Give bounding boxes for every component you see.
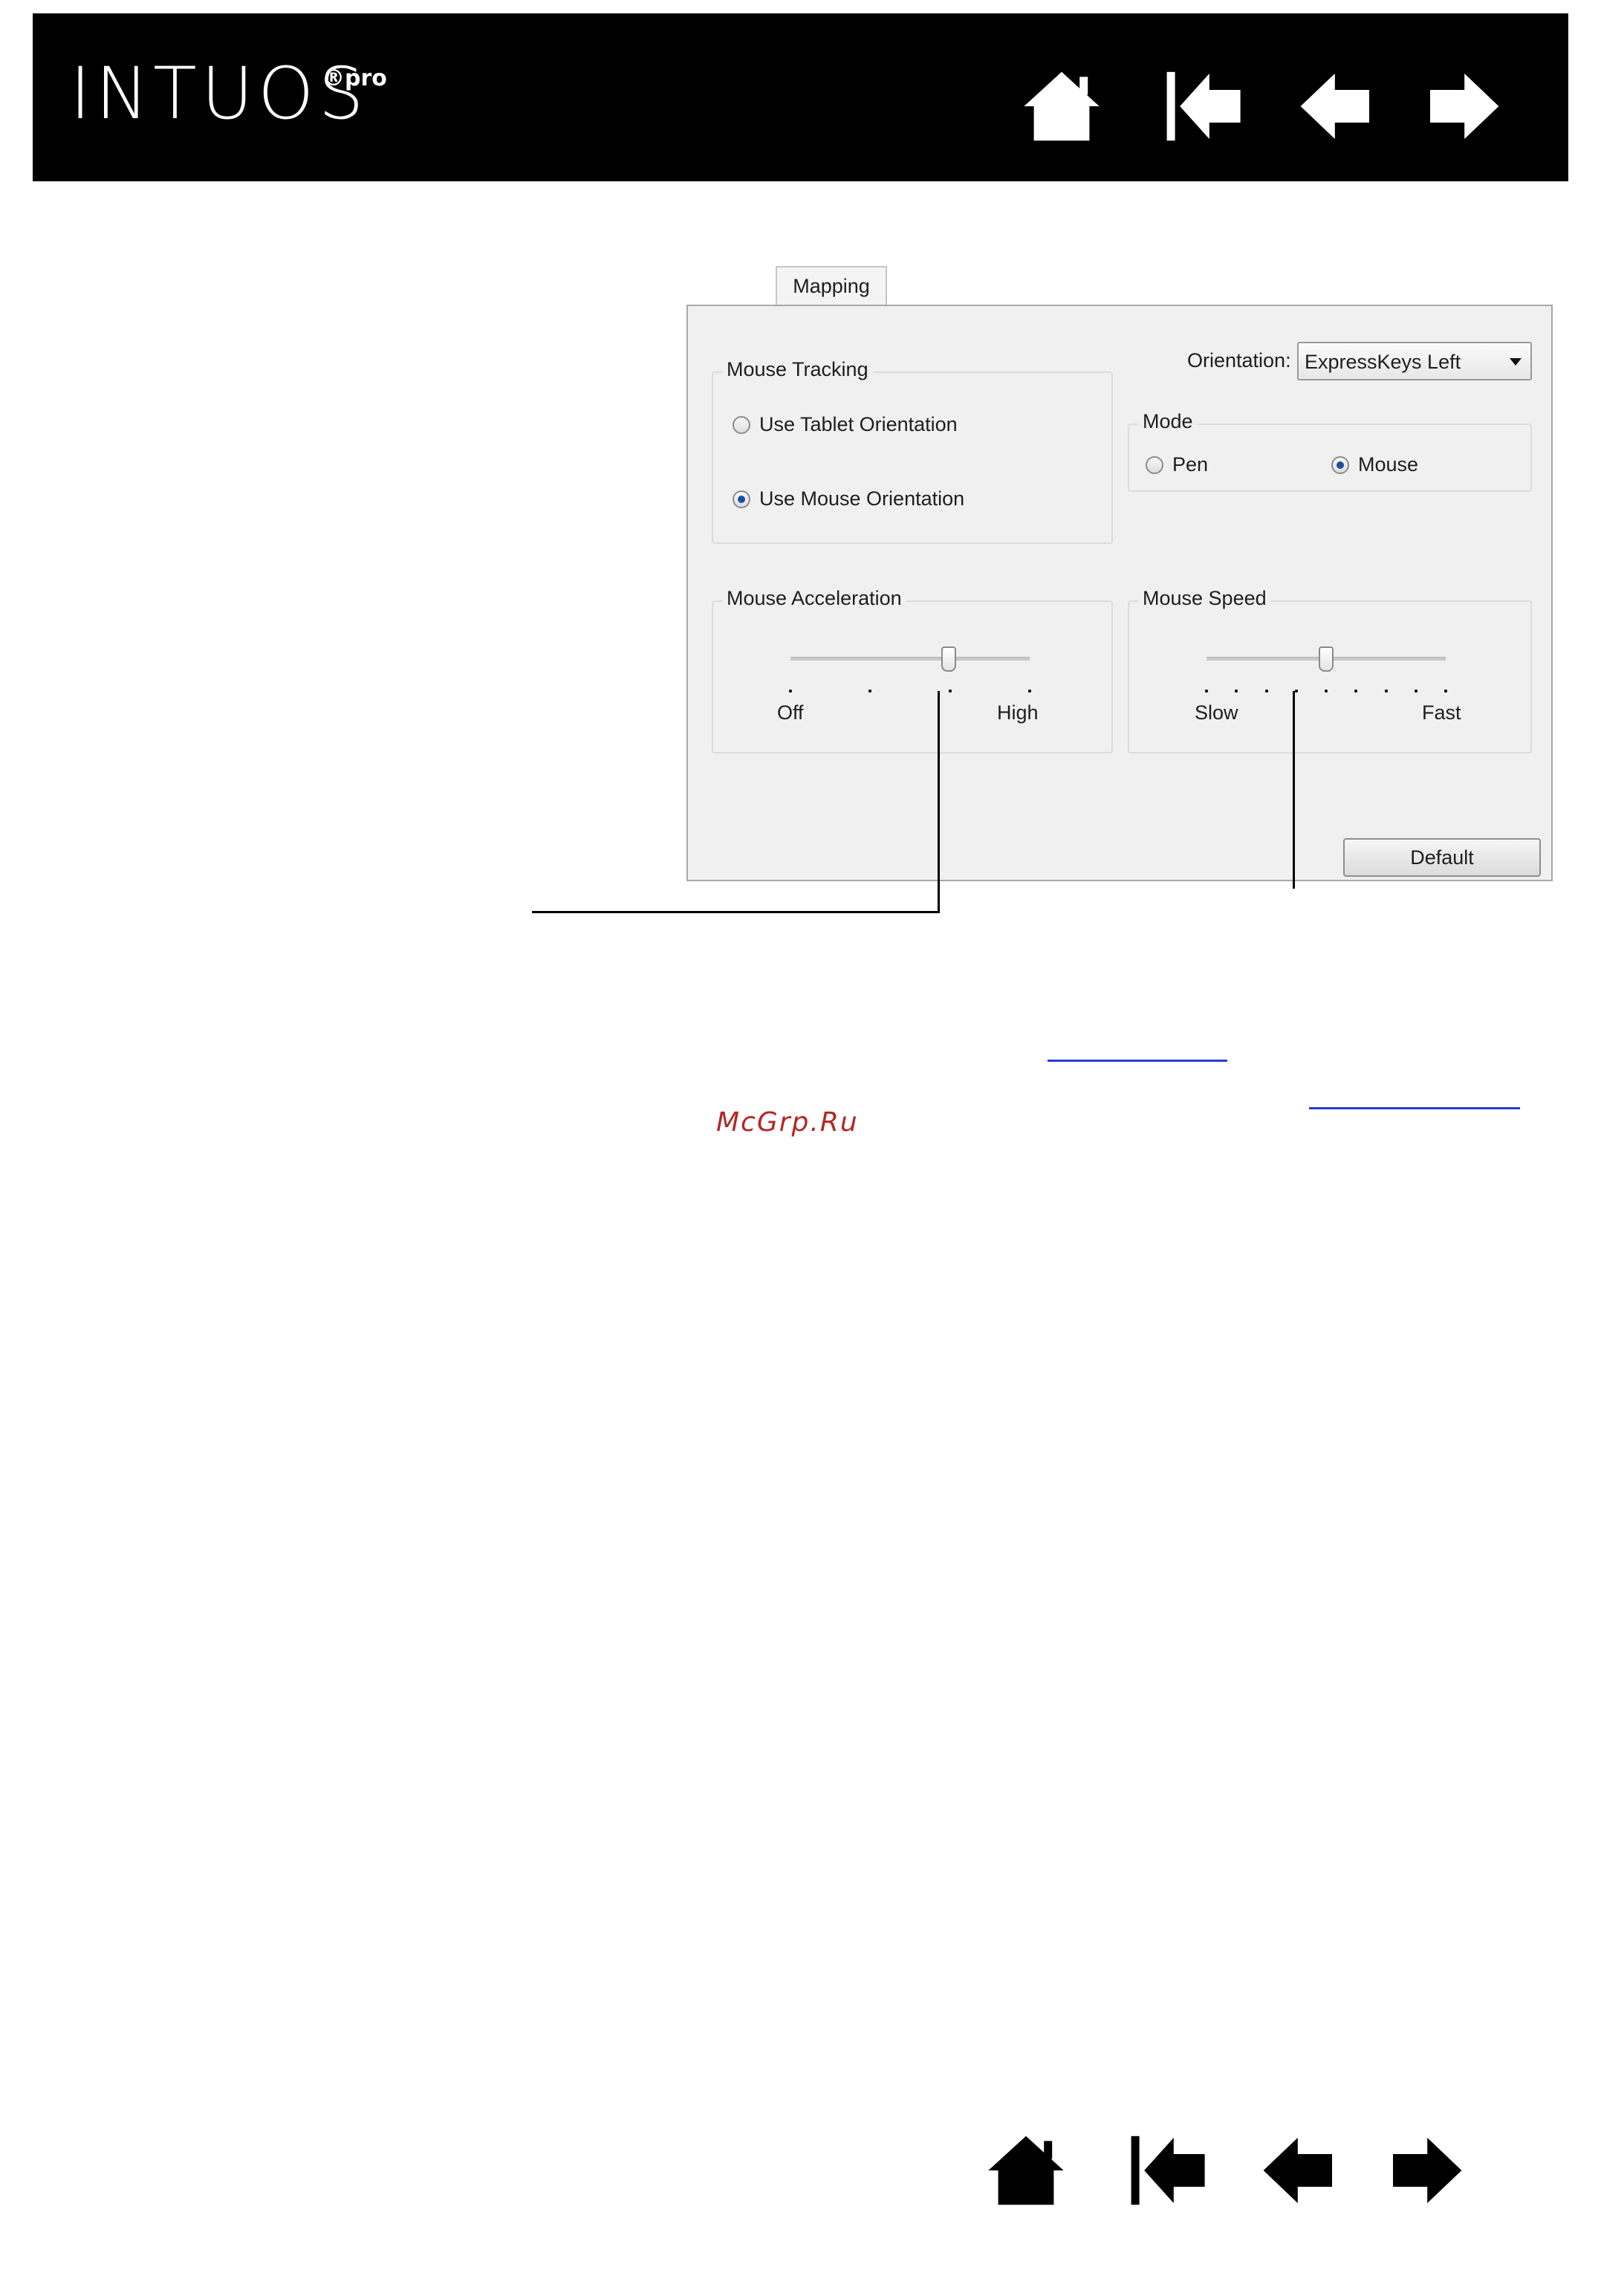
first-page-icon [1166,71,1241,141]
use-mouse-orientation-radio[interactable] [733,490,750,508]
tab-mapping[interactable]: Mapping [776,266,887,305]
use-mouse-orientation-label: Use Mouse Orientation [759,487,965,510]
mode-group: Mode Pen Mouse [1128,410,1532,492]
watermark: McGrp.Ru [716,1107,859,1138]
mouse-acceleration-track [790,657,1030,661]
next-page-icon [1393,2138,1462,2203]
mouse-speed-max-label: Fast [1422,701,1461,724]
mode-legend: Mode [1138,410,1198,433]
mouse-speed-slider-thumb[interactable] [1319,646,1334,672]
slider-tick [1205,690,1208,693]
use-tablet-orientation-label: Use Tablet Orientation [759,413,958,435]
callout-line-acceleration-horizontal [532,911,940,913]
mode-mouse-label: Mouse [1358,453,1419,476]
slider-tick [1354,690,1358,693]
footer-previous-page-button[interactable] [1259,2130,1340,2211]
mouse-acceleration-slider-thumb[interactable] [941,646,956,672]
mode-mouse-radio[interactable] [1331,456,1349,474]
chevron-down-icon [1510,358,1522,366]
slider-tick [1325,690,1328,693]
home-icon [988,2136,1064,2205]
mode-pen-radio[interactable] [1146,456,1163,474]
hyperlink-underline-2[interactable] [1309,1107,1520,1109]
first-page-button[interactable] [1162,65,1244,147]
orientation-label: Orientation: [1187,349,1291,372]
slider-tick [1028,690,1031,693]
previous-page-icon [1300,74,1369,139]
callout-line-acceleration-vertical [938,691,940,912]
slider-tick [1294,690,1298,693]
slider-tick [1384,690,1388,693]
slider-tick [789,690,792,693]
first-page-icon [1131,2136,1205,2205]
callout-line-speed-vertical [1293,691,1295,889]
mouse-speed-min-label: Slow [1195,701,1238,724]
footer-next-page-button[interactable] [1385,2130,1467,2211]
mapping-panel: Orientation: ExpressKeys Left Mouse Trac… [686,305,1553,881]
hyperlink-underline-1[interactable] [1048,1060,1227,1062]
home-button[interactable] [1021,65,1102,147]
slider-tick [868,690,872,693]
slider-tick [1414,690,1417,693]
mode-pen-label: Pen [1172,453,1209,476]
mapping-dialog: Mapping Orientation: ExpressKeys Left Mo… [686,266,1553,883]
mouse-tracking-group: Mouse Tracking Use Tablet Orientation Us… [712,358,1113,544]
mouse-acceleration-group: Mouse Acceleration Off High [712,587,1113,753]
mouse-acceleration-max-label: High [997,701,1039,724]
mouse-acceleration-legend: Mouse Acceleration [722,587,906,610]
orientation-value: ExpressKeys Left [1305,351,1461,373]
footer-first-page-button[interactable] [1126,2130,1208,2211]
slider-tick [1235,690,1238,693]
mouse-acceleration-min-label: Off [777,701,804,724]
slider-tick [948,690,952,693]
mouse-speed-legend: Mouse Speed [1138,587,1271,610]
next-page-button[interactable] [1422,65,1504,147]
mouse-speed-group: Mouse Speed Slow Fast [1128,587,1532,753]
orientation-select[interactable]: ExpressKeys Left [1297,342,1532,380]
header-bar: INTUOS ®pro [33,13,1568,181]
slider-tick [1444,690,1447,693]
home-icon [1024,71,1100,141]
previous-page-button[interactable] [1296,65,1377,147]
mouse-tracking-legend: Mouse Tracking [722,358,873,381]
default-button[interactable]: Default [1343,838,1541,877]
previous-page-icon [1263,2138,1332,2203]
next-page-icon [1430,74,1499,139]
use-tablet-orientation-radio[interactable] [733,416,750,434]
slider-tick [1264,690,1268,693]
logo-superscript: ®pro [322,65,387,91]
footer-home-button[interactable] [985,2130,1067,2211]
